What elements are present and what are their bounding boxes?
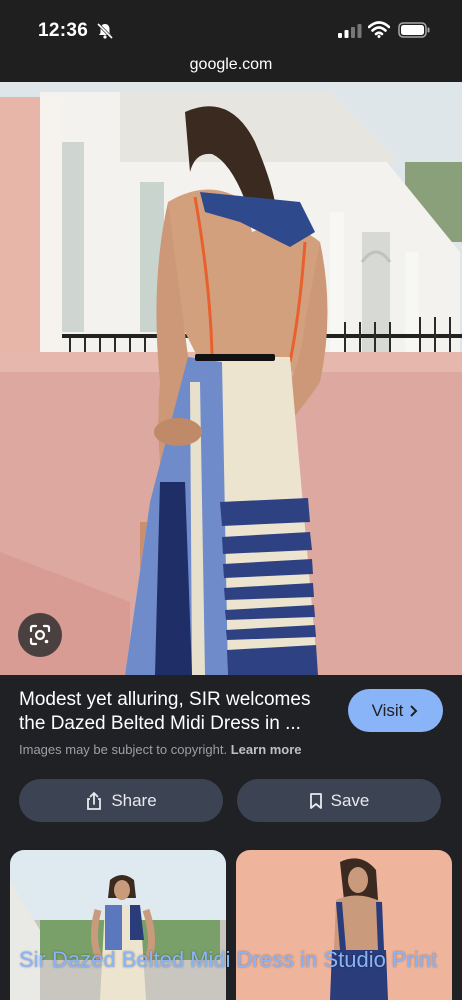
- google-lens-icon: [29, 624, 51, 646]
- bookmark-icon: [309, 792, 322, 809]
- share-icon: [87, 791, 102, 810]
- status-time: 12:36: [38, 20, 89, 41]
- learn-more-link[interactable]: Learn more: [231, 742, 302, 757]
- copyright-notice: Images may be subject to copyright. Lear…: [19, 742, 302, 757]
- related-results: Sir Dazed Belted Midi Dress in Studio Pr…: [0, 850, 462, 1000]
- related-thumbnail[interactable]: [236, 850, 452, 1000]
- share-label: Share: [111, 790, 157, 810]
- lens-search-button[interactable]: [18, 613, 62, 657]
- share-button[interactable]: Share: [19, 779, 223, 822]
- visit-label: Visit: [371, 700, 404, 720]
- save-button[interactable]: Save: [237, 779, 441, 822]
- address-bar[interactable]: google.com: [0, 50, 462, 82]
- url-domain: google.com: [189, 56, 273, 73]
- visit-button[interactable]: Visit: [348, 689, 443, 732]
- status-bar: 12:36: [0, 0, 462, 50]
- wifi-icon: [368, 21, 390, 38]
- bell-muted-icon: [96, 22, 114, 40]
- chevron-right-icon: [410, 704, 418, 717]
- related-result-title[interactable]: Sir Dazed Belted Midi Dress in Studio Pr…: [19, 945, 449, 975]
- related-thumbnail[interactable]: [10, 850, 226, 1000]
- dress-photo: [0, 82, 462, 675]
- battery-icon: [398, 22, 430, 38]
- save-label: Save: [330, 790, 370, 810]
- copyright-text: Images may be subject to copyright.: [19, 742, 228, 757]
- result-info-panel: Modest yet alluring, SIR welcomes the Da…: [0, 675, 462, 850]
- cellular-signal-icon: [338, 24, 362, 38]
- result-image[interactable]: [0, 82, 462, 675]
- related-image-1: [10, 850, 226, 1000]
- related-image-2: [236, 850, 452, 1000]
- result-title[interactable]: Modest yet alluring, SIR welcomes the Da…: [19, 688, 339, 736]
